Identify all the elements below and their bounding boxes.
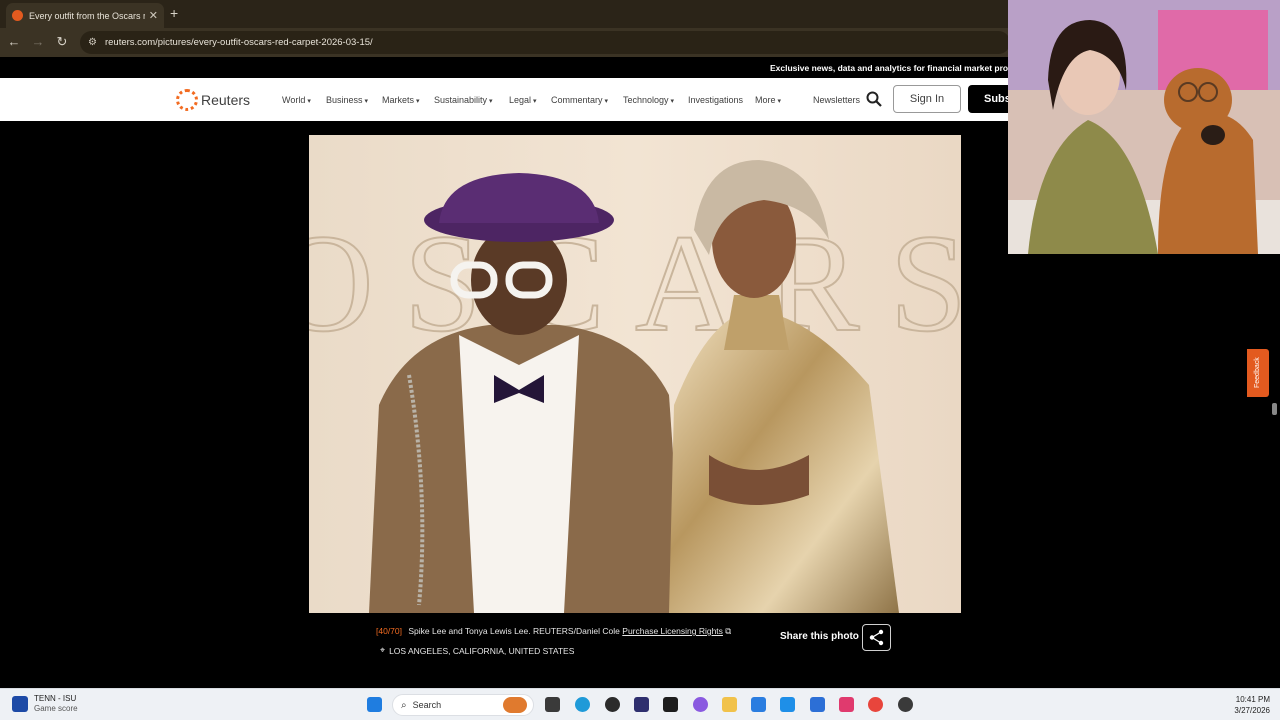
reuters-favicon-icon: [12, 10, 23, 21]
screen: Every outfit from the Oscars re ✕ + ← → …: [0, 0, 1280, 720]
clock-date: 3/27/2026: [1234, 706, 1270, 715]
chevron-down-icon: ▾: [777, 98, 782, 105]
video-app-icon[interactable]: [898, 697, 913, 712]
location-pin-icon: ⌖: [380, 645, 386, 655]
share-label: Share this photo: [780, 631, 859, 642]
reload-icon[interactable]: ↻: [54, 34, 70, 50]
chevron-down-icon: ▾: [533, 98, 537, 105]
licensing-link[interactable]: Purchase Licensing Rights: [622, 626, 723, 636]
new-tab-icon[interactable]: +: [170, 5, 178, 21]
terminal-icon[interactable]: [663, 697, 678, 712]
tiktok-icon[interactable]: [839, 697, 854, 712]
chevron-down-icon: ▾: [604, 98, 609, 105]
reuters-logo[interactable]: Reuters: [176, 89, 250, 111]
caption-text: Spike Lee and Tonya Lewis Lee. REUTERS/D…: [408, 626, 620, 636]
forward-icon[interactable]: →: [30, 34, 46, 49]
clock-time: 10:41 PM: [1235, 695, 1270, 704]
system-clock[interactable]: 10:41 PM 3/27/2026: [1228, 694, 1270, 716]
chrome-icon[interactable]: [868, 697, 883, 712]
nav-item-more[interactable]: More ▾: [755, 95, 781, 105]
chevron-down-icon: ▾: [489, 98, 493, 105]
reuters-logo-icon: [176, 89, 198, 111]
chevron-down-icon: ▾: [364, 98, 369, 105]
taskbar: TENN - ISU Game score ⌕ Search 10:41 PM …: [0, 688, 1280, 720]
copilot-icon[interactable]: [693, 697, 708, 712]
url-text: reuters.com/pictures/every-outfit-oscars…: [104, 37, 373, 48]
widget-title: TENN - ISU: [34, 694, 77, 703]
photo-location: ⌖ LOS ANGELES, CALIFORNIA, UNITED STATES: [380, 645, 574, 656]
sign-in-button[interactable]: Sign In: [893, 85, 961, 113]
task-view-icon[interactable]: [545, 697, 560, 712]
webcam-overlay: [1008, 0, 1280, 254]
search-icon: ⌕: [401, 699, 407, 711]
browser-tab[interactable]: Every outfit from the Oscars re ✕: [6, 3, 164, 28]
nav-item-sustainability[interactable]: Sustainability ▾: [434, 95, 493, 105]
chevron-down-icon: ▾: [670, 98, 675, 105]
nav-item-world[interactable]: World ▾: [282, 95, 311, 105]
search-highlight-icon: [503, 697, 527, 713]
edge-icon[interactable]: [575, 697, 590, 712]
app-icon[interactable]: [605, 697, 620, 712]
site-info-icon[interactable]: ⚙: [88, 37, 97, 48]
nav-item-business[interactable]: Business ▾: [326, 95, 368, 105]
back-icon[interactable]: ←: [6, 34, 22, 49]
tab-title: Every outfit from the Oscars re: [29, 10, 145, 21]
chevron-down-icon: ▾: [307, 98, 311, 105]
address-bar[interactable]: ⚙ reuters.com/pictures/every-outfit-osca…: [80, 31, 1010, 54]
newsletters-link[interactable]: Newsletters: [813, 95, 860, 105]
photo-caption: [40/70] Spike Lee and Tonya Lewis Lee. R…: [376, 626, 731, 637]
outlook-icon[interactable]: [810, 697, 825, 712]
file-explorer-icon[interactable]: [722, 697, 737, 712]
share-icon: [869, 629, 884, 646]
discord-icon[interactable]: [634, 697, 649, 712]
location-text: LOS ANGELES, CALIFORNIA, UNITED STATES: [389, 645, 575, 656]
external-link-icon: ⧉: [725, 626, 732, 636]
svg-text:OSCARS: OSCARS: [309, 206, 961, 361]
logo-text: Reuters: [201, 92, 251, 108]
scrollbar-thumb[interactable]: [1272, 403, 1277, 415]
chevron-down-icon: ▾: [416, 98, 420, 105]
nav-item-investigations[interactable]: Investigations: [688, 95, 743, 105]
windows-start-icon[interactable]: [367, 697, 382, 712]
feedback-tab[interactable]: Feedback: [1247, 349, 1269, 397]
widget-subtitle: Game score: [34, 704, 78, 713]
store-icon[interactable]: [751, 697, 766, 712]
share-button[interactable]: [862, 624, 891, 651]
nav-item-commentary[interactable]: Commentary ▾: [551, 95, 608, 105]
sports-widget[interactable]: TENN - ISU Game score: [12, 694, 78, 714]
nav-item-legal[interactable]: Legal ▾: [509, 95, 537, 105]
search-label: Search: [412, 700, 442, 710]
azure-icon[interactable]: [780, 697, 795, 712]
close-tab-icon[interactable]: ✕: [149, 9, 158, 22]
photo-counter: [40/70]: [376, 626, 402, 636]
gallery-photo[interactable]: OSCARS: [309, 135, 961, 613]
webcam-video: [1008, 0, 1280, 254]
search-icon[interactable]: [866, 91, 882, 107]
red-carpet-photo: OSCARS: [309, 135, 961, 613]
nav-item-technology[interactable]: Technology ▾: [623, 95, 674, 105]
taskbar-search[interactable]: ⌕ Search: [392, 694, 534, 716]
sports-score-icon: [12, 696, 28, 712]
nav-item-markets[interactable]: Markets ▾: [382, 95, 420, 105]
